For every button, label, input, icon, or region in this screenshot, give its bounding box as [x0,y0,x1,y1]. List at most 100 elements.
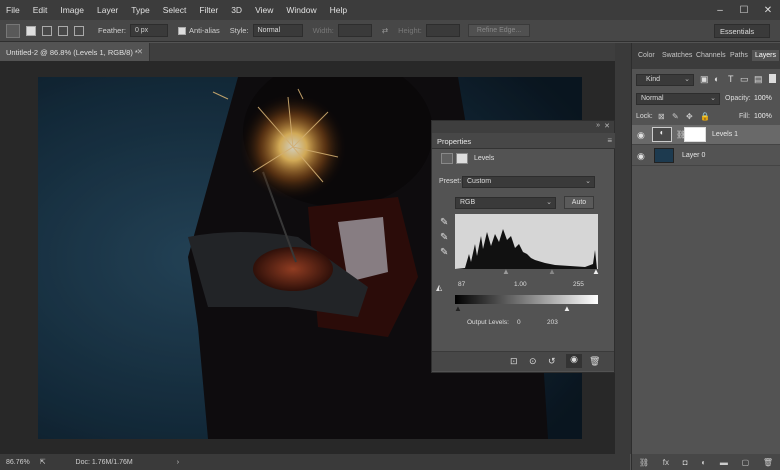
lock-transparent-icon[interactable]: ⊠ [658,112,665,121]
menu-select[interactable]: Select [163,5,187,15]
tab-layers[interactable]: Layers [752,50,780,61]
output-white-slider[interactable]: ▲ [563,304,571,313]
status-arrow-icon[interactable]: › [177,459,179,466]
menu-type[interactable]: Type [131,5,149,15]
clipping-warning-icon[interactable]: ◭ [436,283,442,292]
white-point-eyedropper-icon[interactable]: ✎ [440,247,448,258]
opacity-value[interactable]: 100% [754,95,772,102]
layer-filter-dropdown[interactable]: Kind ⌄ [636,74,694,86]
blend-mode-value: Normal [641,95,664,102]
levels-histogram-icon [441,153,453,164]
marquee-tool-icon[interactable] [6,23,20,38]
gray-point-eyedropper-icon[interactable]: ✎ [440,232,448,243]
refine-edge-button[interactable]: Refine Edge... [467,24,531,37]
close-tab-icon[interactable]: ✕ [137,47,143,56]
filter-shape-icon[interactable]: ▭ [740,74,749,85]
menu-view[interactable]: View [255,5,273,15]
fx-icon[interactable]: fx [663,458,669,467]
channel-value: RGB [460,199,476,206]
new-layer-icon[interactable]: ▢ [742,458,750,467]
layer-mask-thumbnail[interactable] [684,127,706,142]
output-black-value[interactable]: 0 [517,319,521,326]
width-input[interactable] [337,24,372,37]
tab-paths[interactable]: Paths [730,52,748,59]
lock-pixels-icon[interactable]: ✎ [672,112,679,121]
tab-channels[interactable]: Channels [696,52,726,59]
new-group-icon[interactable]: ▬ [720,458,728,467]
tab-color[interactable]: Color [638,52,655,59]
menu-window[interactable]: Window [286,5,316,15]
filter-toggle-icon[interactable] [769,74,776,83]
fill-value[interactable]: 100% [754,113,772,120]
zoom-level[interactable]: 86.76% [6,459,30,466]
menu-edit[interactable]: Edit [33,5,48,15]
menu-bar: File Edit Image Layer Type Select Filter… [0,0,780,20]
menu-layer[interactable]: Layer [97,5,118,15]
add-mask-icon[interactable]: ◘ [683,458,688,467]
output-black-slider[interactable]: ▲ [454,304,462,313]
properties-panel-header[interactable]: » ✕ [432,121,614,133]
auto-button[interactable]: Auto [564,196,594,209]
input-black-slider[interactable]: ▲ [502,267,510,276]
layer-row-levels[interactable]: ◉ ◐ ⛓ Levels 1 [632,125,780,145]
preset-dropdown[interactable]: Custom ⌄ [462,176,595,188]
close-button[interactable]: ✕ [756,0,780,20]
visibility-toggle-icon[interactable]: ◉ [566,354,582,368]
reset-icon[interactable]: ↺ [548,356,556,367]
blend-mode-dropdown[interactable]: Normal ⌄ [636,93,720,105]
delete-layer-icon[interactable]: 🗑 [763,458,773,467]
workspace-dropdown[interactable]: Essentials [714,24,770,38]
eye-icon[interactable]: ◉ [637,130,645,141]
properties-footer: ⊡ ⊙ ↺ ◉ 🗑 [432,351,614,371]
collapse-icon[interactable]: » [596,122,600,129]
minimize-button[interactable]: – [708,0,732,20]
input-gamma-slider[interactable]: ▲ [548,267,556,276]
doc-size: Doc: 1.76M/1.76M [75,459,133,466]
link-layers-icon[interactable]: ⛓ [639,458,649,467]
layer-name-layer0[interactable]: Layer 0 [682,152,705,159]
menu-filter[interactable]: Filter [199,5,218,15]
properties-tab[interactable]: Properties ≡ [432,133,616,149]
menu-3d[interactable]: 3D [231,5,242,15]
document-tab[interactable]: Untitled-2 @ 86.8% (Levels 1, RGB/8) * ✕ [0,43,150,61]
style-dropdown[interactable]: Normal [252,24,303,37]
channel-dropdown[interactable]: RGB ⌄ [455,197,556,209]
view-previous-icon[interactable]: ⊙ [529,356,537,367]
trash-icon[interactable]: 🗑 [589,356,600,367]
panel-menu-icon[interactable]: ≡ [607,136,612,145]
lock-position-icon[interactable]: ✥ [686,112,693,121]
subtract-selection-icon[interactable] [58,25,68,36]
clip-to-layer-icon[interactable]: ⊡ [510,356,518,367]
input-white-slider[interactable]: ▲ [592,267,600,276]
layer-row-layer0[interactable]: ◉ Layer 0 [632,146,780,166]
output-white-value[interactable]: 203 [547,319,558,326]
intersect-selection-icon[interactable] [74,25,84,36]
input-black-value[interactable]: 87 [458,281,465,288]
input-gamma-value[interactable]: 1.00 [514,281,527,288]
height-input[interactable] [425,24,460,37]
lock-all-icon[interactable]: 🔒 [700,112,710,121]
add-selection-icon[interactable] [42,25,52,36]
height-label: Height: [398,26,422,35]
new-selection-icon[interactable] [26,25,36,36]
feather-input[interactable]: 0 px [129,24,168,37]
black-point-eyedropper-icon[interactable]: ✎ [440,217,448,228]
filter-pixel-icon[interactable]: ▣ [700,74,709,85]
menu-file[interactable]: File [6,5,20,15]
eye-icon[interactable]: ◉ [637,151,645,162]
input-white-value[interactable]: 255 [573,281,584,288]
tab-swatches[interactable]: Swatches [662,52,692,59]
swap-icon[interactable]: ⇄ [382,26,388,35]
maximize-button[interactable]: ☐ [732,0,756,20]
menu-image[interactable]: Image [60,5,84,15]
filter-smartobject-icon[interactable]: ▤ [754,74,763,85]
antialias-checkbox[interactable] [177,26,186,35]
menu-help[interactable]: Help [330,5,347,15]
filter-type-icon[interactable]: T [728,74,734,84]
layer-name-levels[interactable]: Levels 1 [712,131,738,138]
filter-adjustment-icon[interactable]: ◐ [714,74,719,84]
mask-icon[interactable] [456,153,468,164]
new-adjustment-icon[interactable]: ◐ [701,458,706,467]
panel-close-icon[interactable]: ✕ [604,122,610,130]
export-icon[interactable]: ⇱ [40,459,46,466]
